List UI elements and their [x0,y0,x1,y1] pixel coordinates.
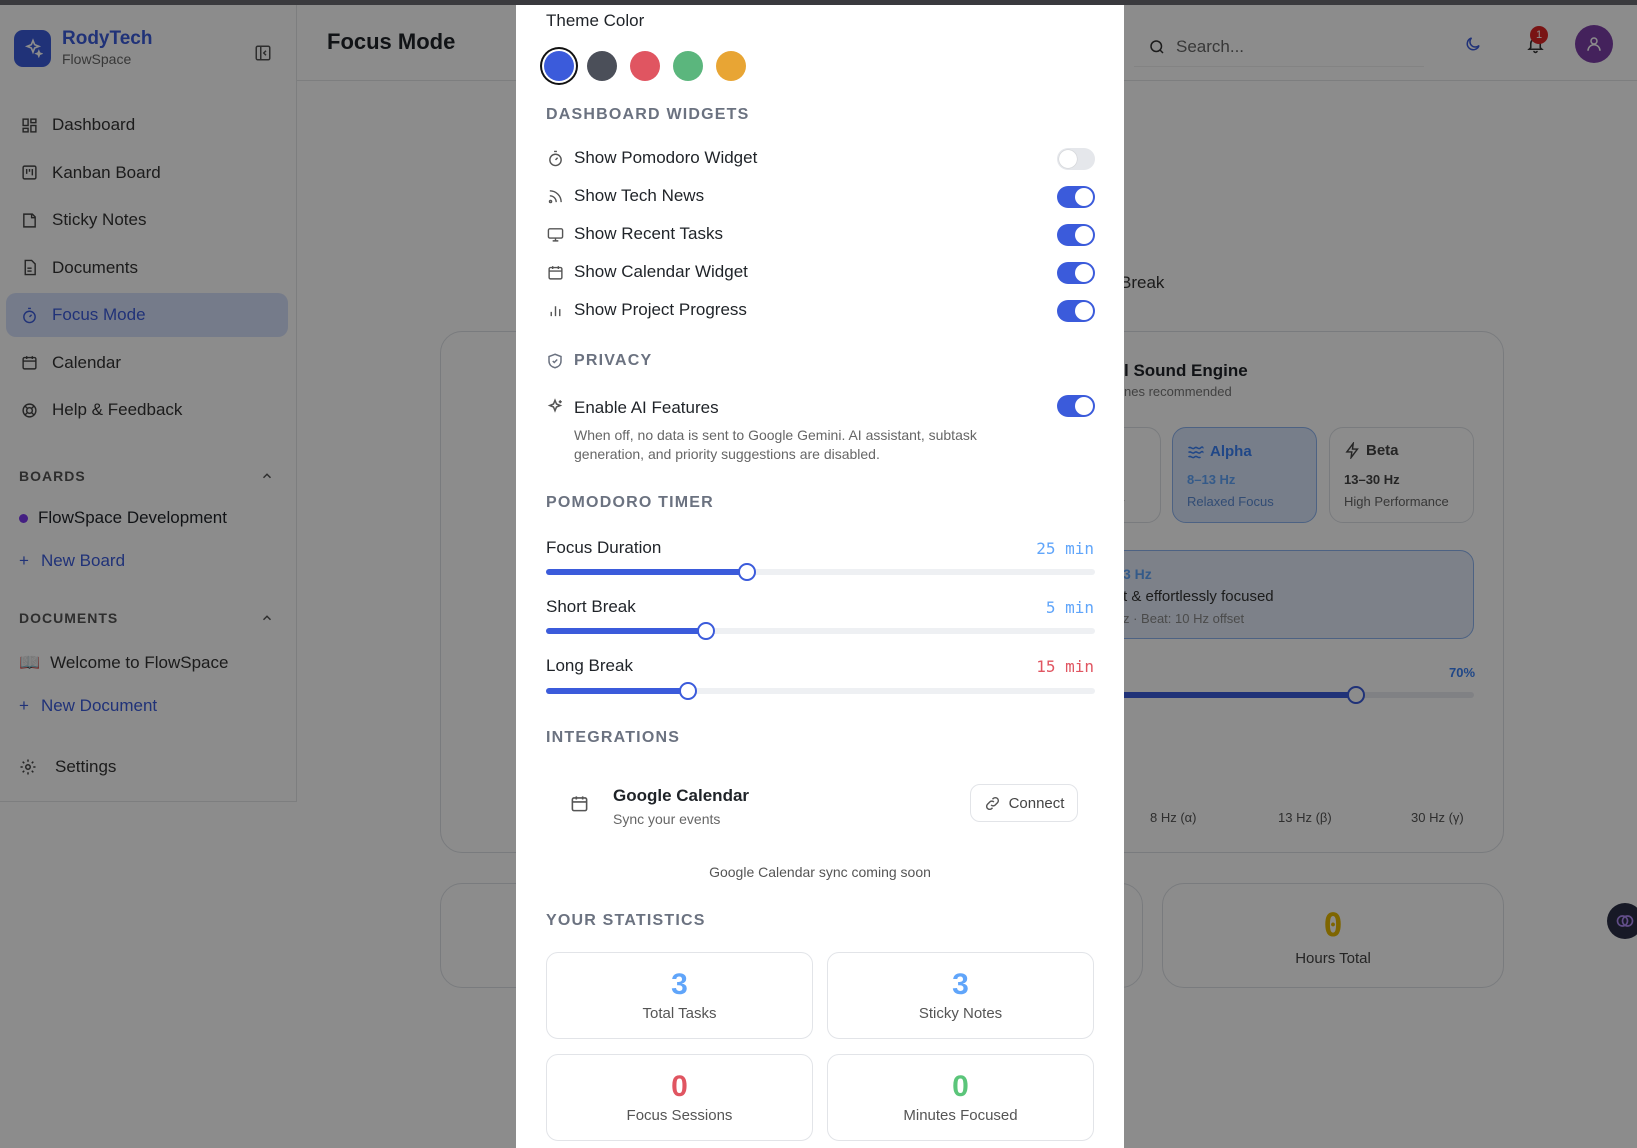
focus-duration-label: Focus Duration [546,538,662,557]
widgets-heading: DASHBOARD WIDGETS [546,106,750,123]
privacy-heading: PRIVACY [574,352,653,369]
sparkle-icon [546,398,564,416]
bar-chart-icon [546,301,564,319]
slider-thumb[interactable] [697,622,715,640]
widget-label: Show Project Progress [574,300,747,319]
widget-label: Show Calendar Widget [574,262,748,281]
pomodoro-heading: POMODORO TIMER [546,494,714,511]
connect-label: Connect [1008,794,1065,812]
stat-sticky-notes: 3 Sticky Notes [827,952,1094,1039]
slider-fill [546,569,747,575]
stat-value: 0 [952,1070,969,1103]
ai-features-label: Enable AI Features [574,398,719,417]
ai-features-row: Enable AI Features [546,398,719,418]
privacy-section-header: PRIVACY [546,352,652,370]
theme-swatch-orange[interactable] [716,51,746,81]
stat-focus-sessions: 0 Focus Sessions [546,1054,813,1141]
theme-swatch-blue[interactable] [544,51,574,81]
short-break-label: Short Break [546,597,636,616]
long-break-value: 15 min [1036,657,1094,676]
stat-label: Minutes Focused [903,1107,1018,1124]
stat-minutes-focused: 0 Minutes Focused [827,1054,1094,1141]
focus-duration-value: 25 min [1036,539,1094,558]
theme-color-label: Theme Color [546,11,645,30]
calendar-widget-toggle[interactable] [1057,262,1095,284]
integration-description: Sync your events [613,811,721,827]
toggle-knob [1059,150,1077,168]
widget-label: Show Pomodoro Widget [574,148,758,167]
theme-swatch-green[interactable] [673,51,703,81]
widget-row-calendar: Show Calendar Widget [546,262,748,282]
focus-duration-slider[interactable] [546,563,1095,581]
slider-fill [546,628,706,634]
slider-thumb[interactable] [738,563,756,581]
widget-row-pomodoro: Show Pomodoro Widget [546,148,757,168]
toggle-knob [1075,302,1093,320]
slider-fill [546,688,688,694]
slider-thumb[interactable] [679,682,697,700]
connect-button[interactable]: Connect [970,784,1078,822]
toggle-knob [1075,226,1093,244]
toggle-knob [1075,188,1093,206]
timer-icon [546,149,564,167]
stat-label: Sticky Notes [918,1005,1003,1022]
widget-label: Show Recent Tasks [574,224,723,243]
project-progress-toggle[interactable] [1057,300,1095,322]
stat-total-tasks: 3 Total Tasks [546,952,813,1039]
stat-label: Total Tasks [642,1005,717,1022]
shield-icon [548,353,562,369]
widget-row-recent-tasks: Show Recent Tasks [546,224,723,244]
recent-tasks-toggle[interactable] [1057,224,1095,246]
tech-news-toggle[interactable] [1057,186,1095,208]
stat-value: 3 [671,968,688,1001]
statistics-heading: YOUR STATISTICS [546,912,706,929]
integration-note: Google Calendar sync coming soon [709,864,931,880]
calendar-icon [570,794,589,818]
pomodoro-widget-toggle[interactable] [1057,148,1095,170]
stat-value: 0 [671,1070,688,1103]
ai-desc-line: When off, no data is sent to Google Gemi… [574,427,977,443]
ai-features-toggle[interactable] [1057,395,1095,417]
calendar-icon [546,263,564,281]
short-break-slider[interactable] [546,622,1095,640]
short-break-value: 5 min [1045,598,1094,617]
long-break-label: Long Break [546,656,633,675]
window-top-bar [0,0,1637,5]
widget-label: Show Tech News [574,186,705,205]
settings-modal: Theme Color DASHBOARD WIDGETS Show Pomod… [516,5,1124,1148]
widget-row-tech-news: Show Tech News [546,186,704,206]
theme-swatch-gray[interactable] [587,51,617,81]
widget-row-project-progress: Show Project Progress [546,300,747,320]
link-icon [985,796,999,810]
toggle-knob [1075,397,1093,415]
integrations-heading: INTEGRATIONS [546,729,681,746]
theme-swatch-red[interactable] [630,51,660,81]
rss-icon [546,187,564,205]
long-break-slider[interactable] [546,682,1095,700]
integration-name: Google Calendar [613,786,750,805]
ai-desc-line: generation, and priority suggestions are… [574,446,880,462]
stat-label: Focus Sessions [626,1107,733,1124]
stat-value: 3 [952,968,969,1001]
toggle-knob [1075,264,1093,282]
ai-features-description: When off, no data is sent to Google Gemi… [574,426,977,464]
monitor-icon [546,225,564,243]
